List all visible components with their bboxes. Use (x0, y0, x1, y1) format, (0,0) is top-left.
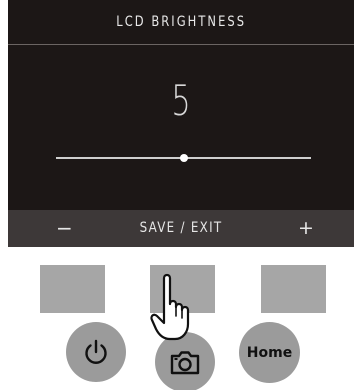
power-icon (85, 339, 107, 364)
home-button[interactable]: Home (239, 322, 300, 383)
power-button[interactable] (66, 322, 126, 382)
save-exit-label: SAVE / EXIT (139, 220, 223, 236)
device-panel: LCD BRIGHTNESS 5 − SAVE / EXIT + Home (0, 0, 354, 390)
lcd-screen: LCD BRIGHTNESS 5 − SAVE / EXIT + (8, 0, 354, 247)
camera-icon (170, 351, 200, 375)
lcd-title: LCD BRIGHTNESS (116, 14, 246, 30)
soft-key-right[interactable] (261, 265, 326, 313)
brightness-value: 5 (171, 76, 191, 125)
home-label: Home (246, 344, 293, 361)
lcd-header: LCD BRIGHTNESS (8, 0, 354, 45)
brightness-slider-thumb[interactable] (179, 154, 188, 162)
soft-key-left[interactable] (40, 265, 105, 313)
increase-label: + (298, 217, 314, 239)
lcd-footer-bar: − SAVE / EXIT + (8, 210, 354, 247)
hand-pointer-icon (150, 273, 190, 341)
